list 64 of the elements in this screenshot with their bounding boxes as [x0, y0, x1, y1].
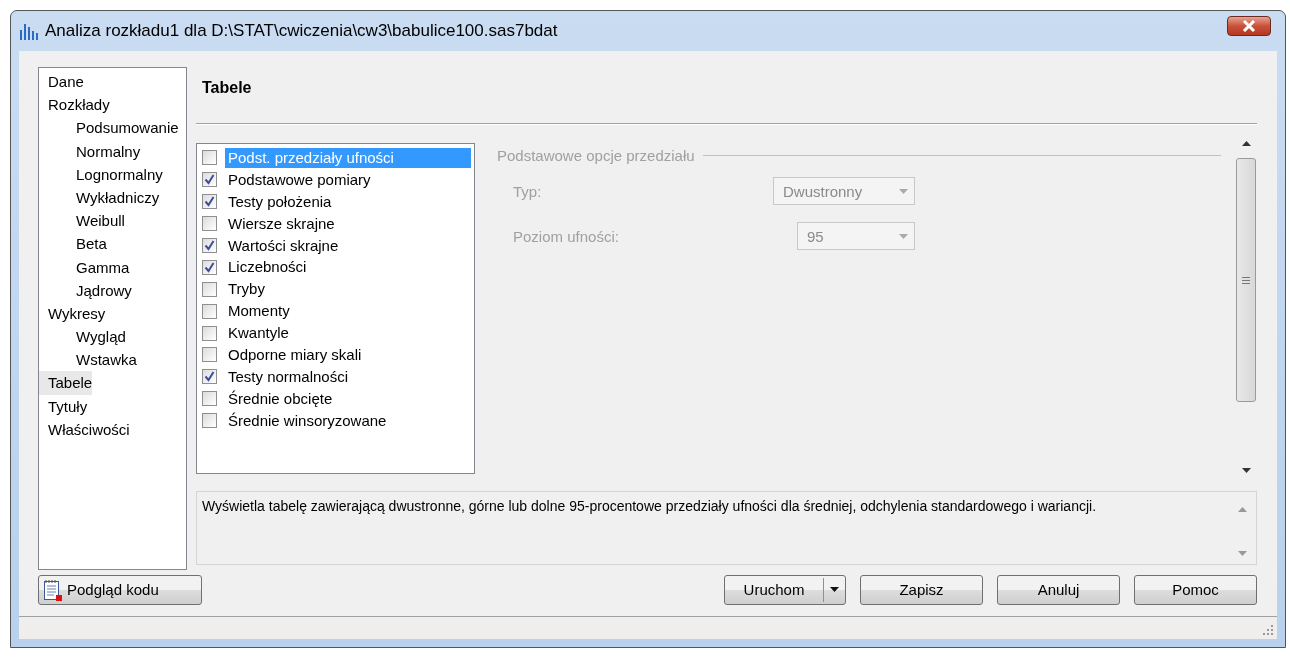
- caret-icon: [899, 233, 908, 239]
- cancel-button[interactable]: Anuluj: [997, 574, 1120, 605]
- checklist-item[interactable]: Liczebności: [225, 257, 310, 278]
- caret-icon: [899, 188, 908, 194]
- checkbox[interactable]: [202, 194, 217, 210]
- description-text: Wyświetla tabelę zawierającą dwustronne, górne lub dolne 95-procentowe przedziały ufności dla średniej, odchylenia standardowego i wariancji.: [202, 497, 1098, 516]
- nav-item[interactable]: Wykresy: [39, 301, 106, 326]
- nav-item[interactable]: Podsumowanie: [67, 116, 179, 140]
- nav-item[interactable]: Rozkłady: [39, 93, 110, 117]
- nav-item[interactable]: Normalny: [67, 139, 141, 163]
- nav-item[interactable]: Gamma: [67, 255, 130, 279]
- document-icon: [43, 578, 63, 601]
- checkbox[interactable]: [202, 369, 217, 385]
- checkbox[interactable]: [202, 259, 217, 275]
- nav-item[interactable]: Dane: [39, 70, 84, 94]
- checklist-item[interactable]: Wartości skrajne: [225, 235, 342, 256]
- grip-icon: [1242, 276, 1250, 284]
- nav-item[interactable]: Tabele: [39, 371, 93, 395]
- checklist-item[interactable]: Średnie obcięte: [225, 388, 336, 409]
- group-label: Podstawowe opcje przedziału: [497, 146, 695, 164]
- nav-item[interactable]: Jądrowy: [67, 278, 132, 302]
- checkbox[interactable]: [202, 347, 217, 363]
- nav-item[interactable]: Wykładniczy: [67, 185, 160, 210]
- checkbox[interactable]: [202, 281, 217, 297]
- checkbox[interactable]: [202, 238, 217, 253]
- nav-item[interactable]: Wstawka: [67, 348, 137, 372]
- nav-item[interactable]: Beta: [67, 232, 107, 256]
- checklist-item[interactable]: Kwantyle: [225, 323, 292, 344]
- nav-item[interactable]: Lognormalny: [67, 162, 163, 186]
- bar-chart-icon: [19, 22, 39, 40]
- nav-item[interactable]: Tytuły: [39, 394, 88, 418]
- run-button[interactable]: Uruchom: [724, 574, 846, 605]
- nav-item[interactable]: Weibull: [67, 209, 125, 233]
- close-icon: [1242, 20, 1256, 32]
- scroll-up-icon[interactable]: [1241, 141, 1251, 146]
- scroll-down-icon[interactable]: [1241, 468, 1251, 473]
- checklist-item[interactable]: Momenty: [225, 301, 293, 322]
- page-heading: Tabele: [202, 79, 252, 97]
- save-button[interactable]: Zapisz: [860, 574, 983, 605]
- checkbox[interactable]: [202, 325, 217, 341]
- checkbox[interactable]: [202, 216, 217, 232]
- field-label: Poziom ufności:: [513, 227, 619, 245]
- checkbox[interactable]: [202, 172, 217, 188]
- close-button[interactable]: [1227, 16, 1271, 36]
- caret-icon[interactable]: [830, 587, 839, 593]
- checkbox[interactable]: [202, 150, 217, 166]
- checklist-item[interactable]: Wiersze skrajne: [225, 213, 338, 234]
- field-label: Typ:: [513, 182, 542, 200]
- window-title: Analiza rozkładu1 dla D:\STAT\cwiczenia\cw3\babulice100.sas7bdat: [45, 21, 559, 41]
- checklist-item[interactable]: Testy normalności: [225, 366, 352, 387]
- checklist-item[interactable]: Podstawowe pomiary: [225, 169, 374, 190]
- checkbox[interactable]: [202, 391, 217, 407]
- checklist-item[interactable]: Tryby: [225, 279, 268, 300]
- resize-grip-icon[interactable]: [1263, 625, 1273, 635]
- code-preview-button[interactable]: Podgląd kodu: [38, 574, 202, 605]
- checkbox[interactable]: [202, 303, 217, 319]
- help-button[interactable]: Pomoc: [1134, 574, 1257, 605]
- checklist-item[interactable]: Średnie winsoryzowane: [225, 410, 390, 431]
- checklist-item[interactable]: Testy położenia: [225, 191, 335, 212]
- checkbox[interactable]: [202, 413, 217, 429]
- checklist-item[interactable]: Odporne miary skali: [225, 344, 365, 365]
- scroll-thumb[interactable]: [1236, 158, 1256, 402]
- nav-item[interactable]: Właściwości: [39, 417, 130, 441]
- nav-item[interactable]: Wygląd: [67, 325, 126, 349]
